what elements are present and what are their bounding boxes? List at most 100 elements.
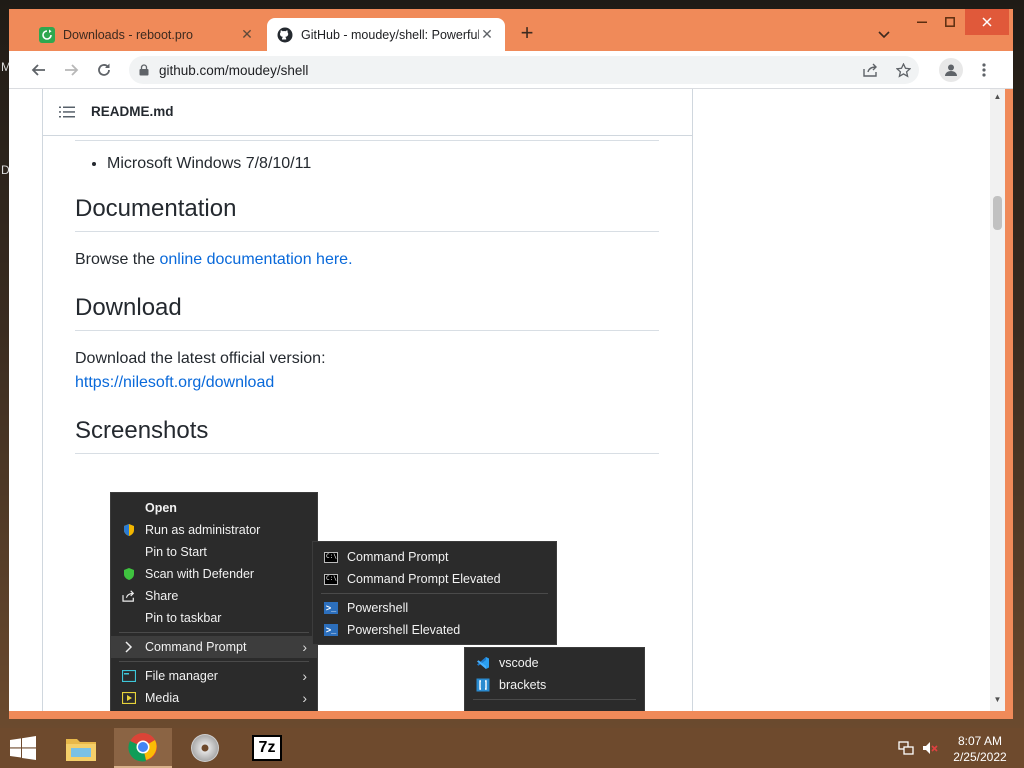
- share-icon: [121, 588, 137, 604]
- cmd-icon: C:\: [323, 549, 339, 565]
- address-bar[interactable]: github.com/moudey/shell: [129, 56, 919, 84]
- close-tab-icon[interactable]: ✕: [479, 26, 495, 43]
- back-button[interactable]: [27, 58, 51, 82]
- menu-item-pin-start: Pin to Start: [111, 541, 317, 563]
- submenu-item-brackets: brackets: [465, 674, 644, 696]
- person-icon: [945, 64, 957, 76]
- close-button[interactable]: [965, 9, 1009, 35]
- kebab-menu-icon: [982, 63, 986, 77]
- menu-item-open: Open: [111, 497, 317, 519]
- scrollbar-thumb[interactable]: [993, 196, 1002, 230]
- menu-item-scan-defender: Scan with Defender: [111, 563, 317, 585]
- cmd-glyph: C:\: [324, 551, 338, 563]
- section-heading-download: Download: [75, 294, 659, 331]
- reload-icon: [98, 63, 110, 76]
- download-link[interactable]: https://nilesoft.org/download: [75, 374, 274, 391]
- download-text: Download the latest official version: htt…: [75, 347, 659, 395]
- tab-downloads[interactable]: Downloads - reboot.pro ✕: [29, 18, 265, 51]
- media-icon: [121, 690, 137, 706]
- minimize-button[interactable]: [907, 9, 937, 35]
- cmd-icon: C:\: [323, 571, 339, 587]
- bookmark-star-icon[interactable]: [887, 62, 919, 78]
- chevron-down-icon[interactable]: [875, 25, 893, 43]
- powershell-icon: >_: [323, 600, 339, 616]
- green-refresh-icon: [39, 26, 55, 43]
- requirements-list: Microsoft Windows 7/8/10/11: [75, 155, 659, 173]
- powershell-icon: >_: [323, 622, 339, 638]
- menu-label: Pin to Start: [145, 545, 207, 559]
- readme-filename: README.md: [91, 104, 174, 119]
- menu-label: Share: [145, 589, 179, 603]
- profile-avatar[interactable]: [939, 58, 963, 82]
- close-tab-icon[interactable]: ✕: [239, 26, 255, 43]
- start-button[interactable]: [8, 736, 38, 760]
- 7zip-icon[interactable]: 7z: [238, 728, 296, 768]
- omnibox-actions: [855, 56, 919, 84]
- menu-label: Command Prompt: [347, 550, 449, 564]
- menu-item-command-prompt: Command Prompt ›: [111, 636, 317, 658]
- url-text: github.com/moudey/shell: [159, 62, 309, 78]
- vscode-icon: [475, 655, 491, 671]
- menu-label: Powershell: [347, 601, 409, 615]
- context-submenu-editors: vscode brackets: [464, 647, 645, 711]
- 7zip-label: 7z: [252, 735, 282, 761]
- list-icon[interactable]: [59, 106, 75, 118]
- divider: [75, 140, 659, 141]
- clock-date: 2/25/2022: [953, 750, 1007, 764]
- maximize-button[interactable]: [935, 9, 965, 35]
- shield-icon: [121, 522, 137, 538]
- system-clock[interactable]: 8:07 AM 2/25/2022: [944, 733, 1016, 765]
- submenu-arrow-icon: ›: [302, 690, 307, 706]
- tab-github[interactable]: GitHub - moudey/shell: Powerful ✕: [267, 18, 505, 51]
- documentation-link[interactable]: online documentation here.: [159, 251, 352, 268]
- menu-divider: [119, 632, 309, 633]
- download-lead: Download the latest official version:: [75, 350, 326, 367]
- menu-label: vscode: [499, 656, 539, 670]
- volume-muted-icon[interactable]: [922, 740, 938, 756]
- menu-label: Command Prompt: [145, 640, 247, 654]
- github-icon: [277, 27, 293, 43]
- forward-button[interactable]: [59, 58, 83, 82]
- tab-strip: Downloads - reboot.pro ✕ GitHub - moudey…: [9, 9, 1013, 51]
- page-viewport: README.md Microsoft Windows 7/8/10/11 Do…: [9, 89, 1005, 711]
- clock-time: 8:07 AM: [957, 734, 1003, 748]
- scroll-down-arrow-icon[interactable]: ▼: [990, 692, 1005, 707]
- menu-label: Media: [145, 691, 180, 705]
- network-icon[interactable]: [898, 740, 914, 756]
- readme-article: Microsoft Windows 7/8/10/11 Documentatio…: [75, 140, 659, 454]
- submenu-item-vscode: vscode: [465, 652, 644, 674]
- file-explorer-icon[interactable]: [52, 728, 110, 768]
- tab-title: GitHub - moudey/shell: Powerful: [301, 27, 479, 42]
- menu-item-share: Share: [111, 585, 317, 607]
- browser-toolbar: github.com/moudey/shell: [9, 51, 1013, 89]
- menu-divider: [321, 593, 548, 594]
- menu-label: Command Prompt Elevated: [347, 572, 501, 586]
- menu-divider: [119, 661, 309, 662]
- submenu-item-powershell: >_ Powershell: [313, 597, 556, 619]
- defender-icon: [121, 566, 137, 582]
- new-tab-button[interactable]: +: [515, 22, 539, 46]
- menu-label: Powershell Elevated: [347, 623, 461, 637]
- ps-glyph: >_: [324, 624, 338, 636]
- submenu-item-cmd: C:\ Command Prompt: [313, 546, 556, 568]
- scroll-up-arrow-icon[interactable]: ▲: [990, 89, 1005, 104]
- menu-label: Scan with Defender: [145, 567, 255, 581]
- menu-label: Open: [145, 501, 177, 515]
- chrome-icon[interactable]: [114, 728, 172, 768]
- forward-arrow-icon: [65, 64, 79, 76]
- submenu-item-cmd-elevated: C:\ Command Prompt Elevated: [313, 568, 556, 590]
- menu-item-file-manager: File manager ›: [111, 665, 317, 687]
- disc-icon[interactable]: [176, 728, 234, 768]
- menu-item-run-as-admin: Run as administrator: [111, 519, 317, 541]
- vertical-scrollbar[interactable]: ▲ ▼: [990, 89, 1005, 711]
- screenshot-image: Open Run as administrator Pin to Start S…: [110, 492, 694, 711]
- submenu-item-powershell-elevated: >_ Powershell Elevated: [313, 619, 556, 641]
- menu-button[interactable]: [972, 58, 996, 82]
- menu-divider: [473, 699, 636, 700]
- submenu-arrow-icon: ›: [302, 639, 307, 655]
- submenu-arrow-icon: ›: [302, 668, 307, 684]
- reload-button[interactable]: [92, 58, 116, 82]
- section-heading-documentation: Documentation: [75, 195, 659, 232]
- menu-item-pin-taskbar: Pin to taskbar: [111, 607, 317, 629]
- share-icon[interactable]: [855, 63, 887, 77]
